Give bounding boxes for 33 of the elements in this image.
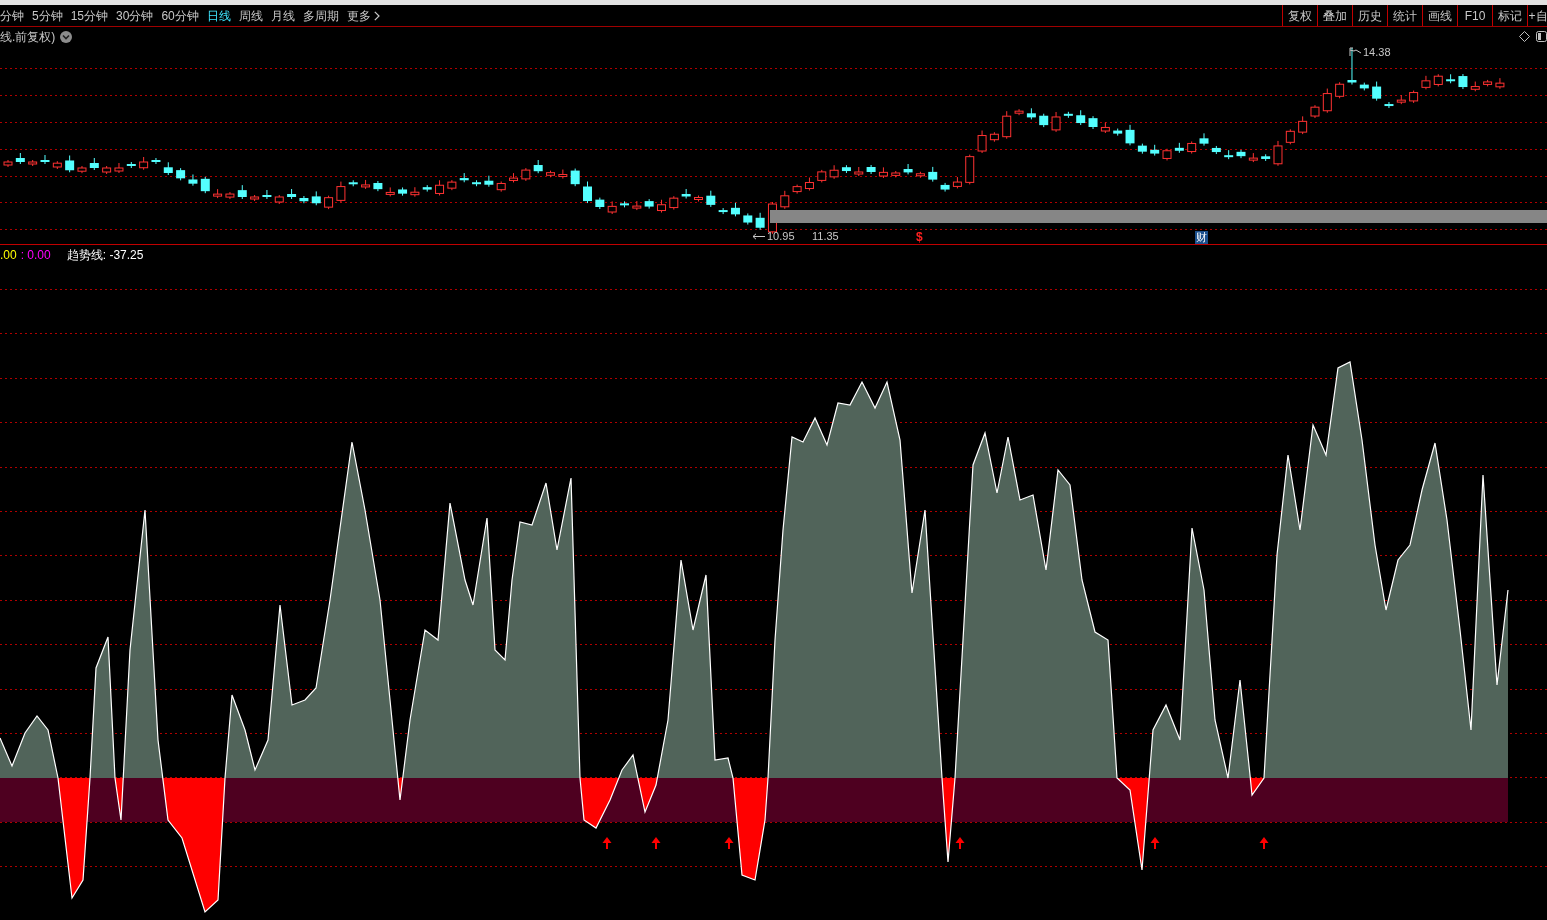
up-arrow-icon (651, 837, 661, 849)
toolbar-button[interactable]: 复权 (1282, 5, 1317, 26)
up-arrow-icon (602, 837, 612, 849)
period-tab[interactable]: 周线 (238, 8, 263, 23)
toolbar-button[interactable]: F10 (1457, 5, 1492, 26)
period-tab[interactable]: 60分钟 (161, 8, 199, 23)
chart-title: 线.前复权) (0, 29, 56, 44)
toolbar-button[interactable]: 画线 (1422, 5, 1457, 26)
period-tab[interactable]: 日线 (206, 8, 231, 23)
period-tab[interactable]: 分钟 (0, 8, 24, 23)
toolbar-button[interactable]: 标记 (1492, 5, 1527, 26)
period-tab[interactable]: 30分钟 (116, 8, 154, 23)
diamond-icon[interactable] (1519, 31, 1530, 42)
more-tab[interactable]: 更多 (346, 8, 380, 23)
indicator-reading: .00 (0, 247, 17, 262)
period-tab[interactable]: 月线 (270, 8, 295, 23)
period-tab[interactable]: 5分钟 (32, 8, 63, 23)
toolbar-button[interactable]: 叠加 (1317, 5, 1352, 26)
period-tab[interactable]: 多周期 (302, 8, 339, 23)
indicator-reading: : 0.00 (20, 247, 51, 262)
chevron-right-icon (373, 10, 380, 21)
period-tab[interactable]: 15分钟 (70, 8, 109, 23)
toolbar-button[interactable]: 统计 (1387, 5, 1422, 26)
left-arrow-icon (752, 233, 766, 240)
toolbar-button[interactable]: 历史 (1352, 5, 1387, 26)
up-arrow-icon (1150, 837, 1160, 849)
up-arrow-icon (1259, 837, 1269, 849)
split-rectangle-icon[interactable] (1536, 31, 1547, 42)
toolbar-button[interactable]: +自 (1527, 5, 1547, 26)
up-arrow-icon (724, 837, 734, 849)
indicator-reading: 趋势线: -37.25 (66, 247, 144, 262)
chevron-down-icon[interactable] (60, 30, 73, 43)
up-arrow-icon (955, 837, 965, 849)
